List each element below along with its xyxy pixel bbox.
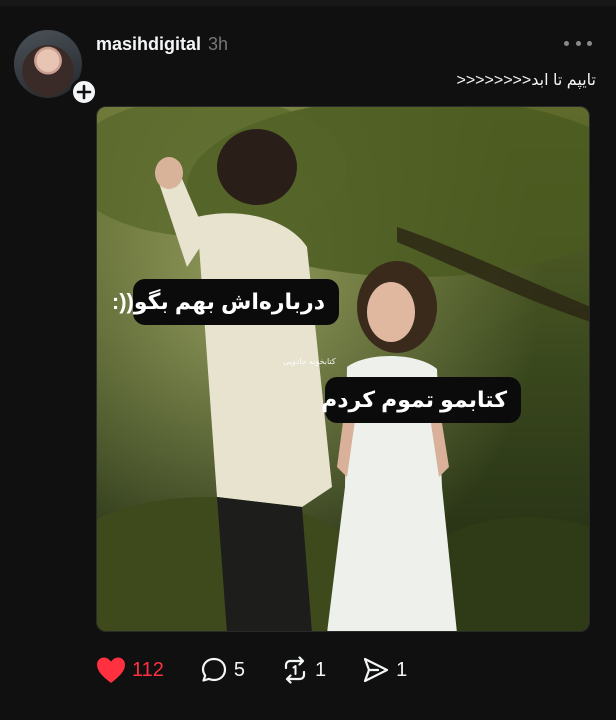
comment-icon xyxy=(201,657,226,682)
comment-count: 5 xyxy=(233,658,246,681)
heart-icon xyxy=(97,657,125,683)
more-horizontal-icon[interactable] xyxy=(564,34,592,52)
comment-button[interactable]: 5 xyxy=(200,656,245,684)
repost-button[interactable]: 1 xyxy=(281,656,326,684)
repost-count: 1 xyxy=(315,658,327,681)
share-button[interactable]: 1 xyxy=(362,656,407,684)
share-count: 1 xyxy=(396,658,408,681)
post-image[interactable]: درباره‌اش بهم بگو((: کتابخونه جادویی کتا… xyxy=(96,106,590,632)
text-bubble-bottom: کتابمو تموم کردم xyxy=(321,377,521,423)
post-caption: تایپم تا ابد<<<<<<<< xyxy=(456,72,596,89)
post-time: 3h xyxy=(208,34,229,54)
image-watermark: کتابخونه جادویی xyxy=(283,357,336,366)
send-icon xyxy=(364,657,389,683)
like-button[interactable]: 112 xyxy=(96,656,164,684)
post-actions: 112 5 1 1 xyxy=(96,654,443,686)
username[interactable]: masihdigital xyxy=(96,34,201,55)
text-bubble-top: درباره‌اش بهم بگو((: xyxy=(112,279,339,325)
author-avatar[interactable] xyxy=(12,28,98,106)
like-count: 112 xyxy=(132,658,164,681)
repost-icon xyxy=(284,656,306,684)
follow-plus-icon[interactable] xyxy=(70,78,98,106)
top-divider xyxy=(0,0,616,6)
